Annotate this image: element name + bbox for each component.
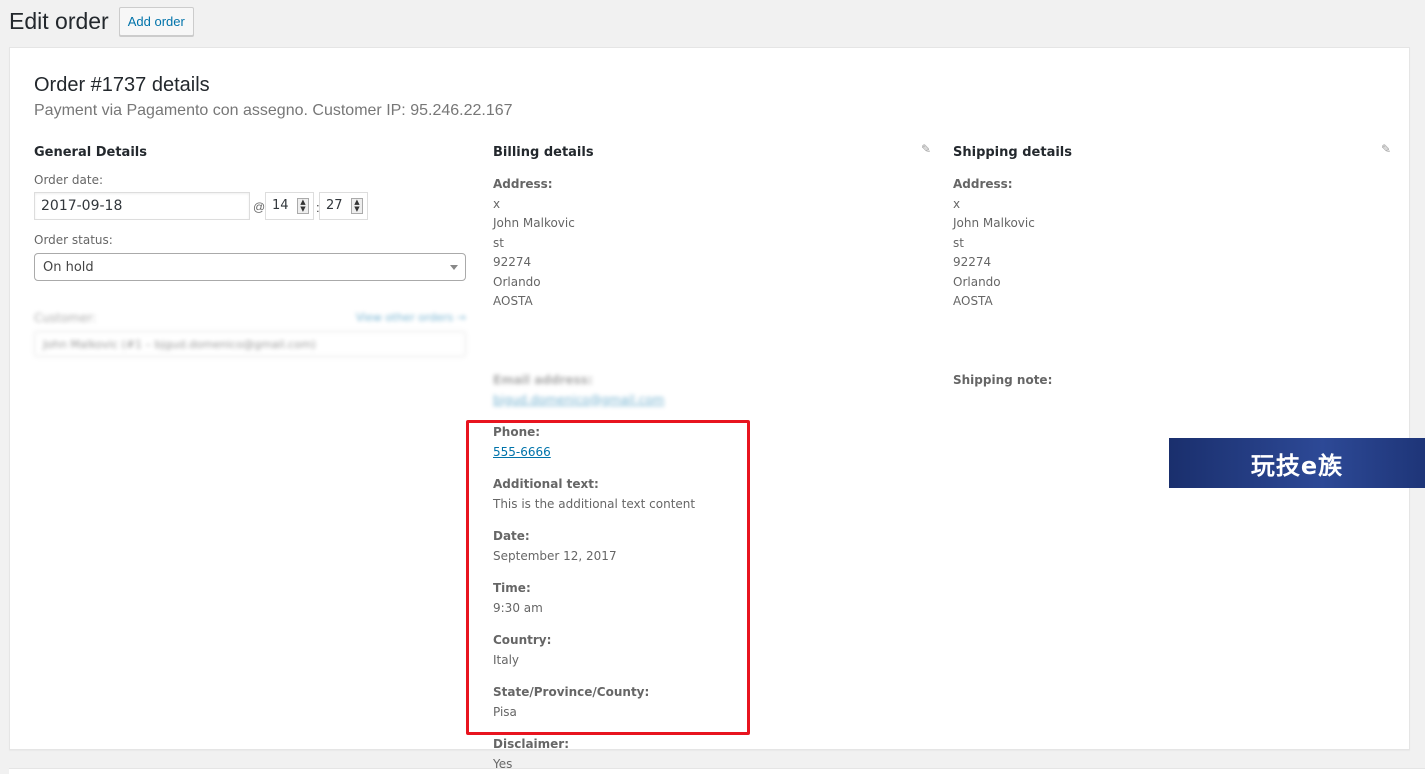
extra-field-label: Disclaimer: [493,737,570,751]
billing-email: Email address: bjgud.domenico@gmail.com [493,371,664,410]
spinner-arrows-icon[interactable]: ▲ ▼ [351,198,363,214]
shipping-details-title: Shipping details [953,145,1072,160]
pencil-icon[interactable]: ✎ [1379,142,1393,156]
billing-address-label: Address: [493,177,553,191]
shipping-address-line: Orlando [953,274,1001,289]
billing-address-line: st [493,235,504,250]
add-order-button[interactable]: Add order [118,6,194,36]
order-heading: Order #1737 details [34,74,210,96]
order-hour-value: 14 [272,198,289,213]
watermark-logo: 玩技e族 [1169,438,1425,488]
order-status-select[interactable]: On hold [34,253,466,281]
billing-address: Address: x John Malkovic st 92274 Orland… [493,175,575,312]
shipping-details-column: Shipping details ✎ Address: x John Malko… [953,142,1391,387]
billing-address-line: 92274 [493,255,532,269]
chevron-down-icon [450,265,458,270]
customer-select[interactable]: John Malkovic (#1 – bjgud.domenico@gmail… [34,331,466,357]
order-status-label: Order status: [34,233,113,247]
view-other-orders-link[interactable]: View other orders → [356,311,466,324]
order-subheading: Payment via Pagamento con assegno. Custo… [34,102,513,119]
billing-details-title: Billing details [493,145,594,160]
billing-address-line: Orlando [493,274,541,289]
pencil-icon[interactable]: ✎ [919,142,933,156]
shipping-address-label: Address: [953,177,1013,191]
shipping-address-line: 92274 [953,255,992,269]
general-details-title: General Details [34,145,147,160]
order-date-input[interactable]: 2017-09-18 [34,192,250,220]
order-hour-input[interactable]: 14 ▲ ▼ [265,192,314,220]
billing-address-line: x [493,196,501,211]
shipping-address: Address: x John Malkovic st 92274 Orland… [953,175,1035,312]
customer-label: Customer: [34,311,97,325]
highlight-annotation-box [466,420,750,735]
spinner-arrows-icon[interactable]: ▲ ▼ [297,198,309,214]
shipping-note: Shipping note: [953,371,1052,391]
billing-address-line: AOSTA [493,294,533,308]
general-details-column: General Details Order date: 2017-09-18 @… [34,145,466,357]
page-title: Edit order [9,7,109,34]
order-status-value: On hold [43,260,94,275]
billing-details-column: Billing details ✎ Address: x John Malkov… [493,142,931,771]
next-panel-edge [9,768,1425,774]
order-data-panel: Order #1737 details Payment via Pagament… [9,47,1410,771]
at-separator: @ [253,200,266,214]
billing-email-link[interactable]: bjgud.domenico@gmail.com [493,391,664,411]
shipping-note-label: Shipping note: [953,373,1053,387]
billing-address-line: John Malkovic [493,216,575,230]
shipping-address-line: x [953,196,961,211]
order-minute-input[interactable]: 27 ▲ ▼ [319,192,368,220]
shipping-address-line: AOSTA [953,294,993,308]
shipping-address-line: st [953,235,964,250]
billing-email-label: Email address: [493,373,593,387]
page-header: Edit order Add order [9,6,194,36]
shipping-address-line: John Malkovic [953,216,1035,230]
order-date-label: Order date: [34,173,104,187]
order-minute-value: 27 [326,198,343,213]
